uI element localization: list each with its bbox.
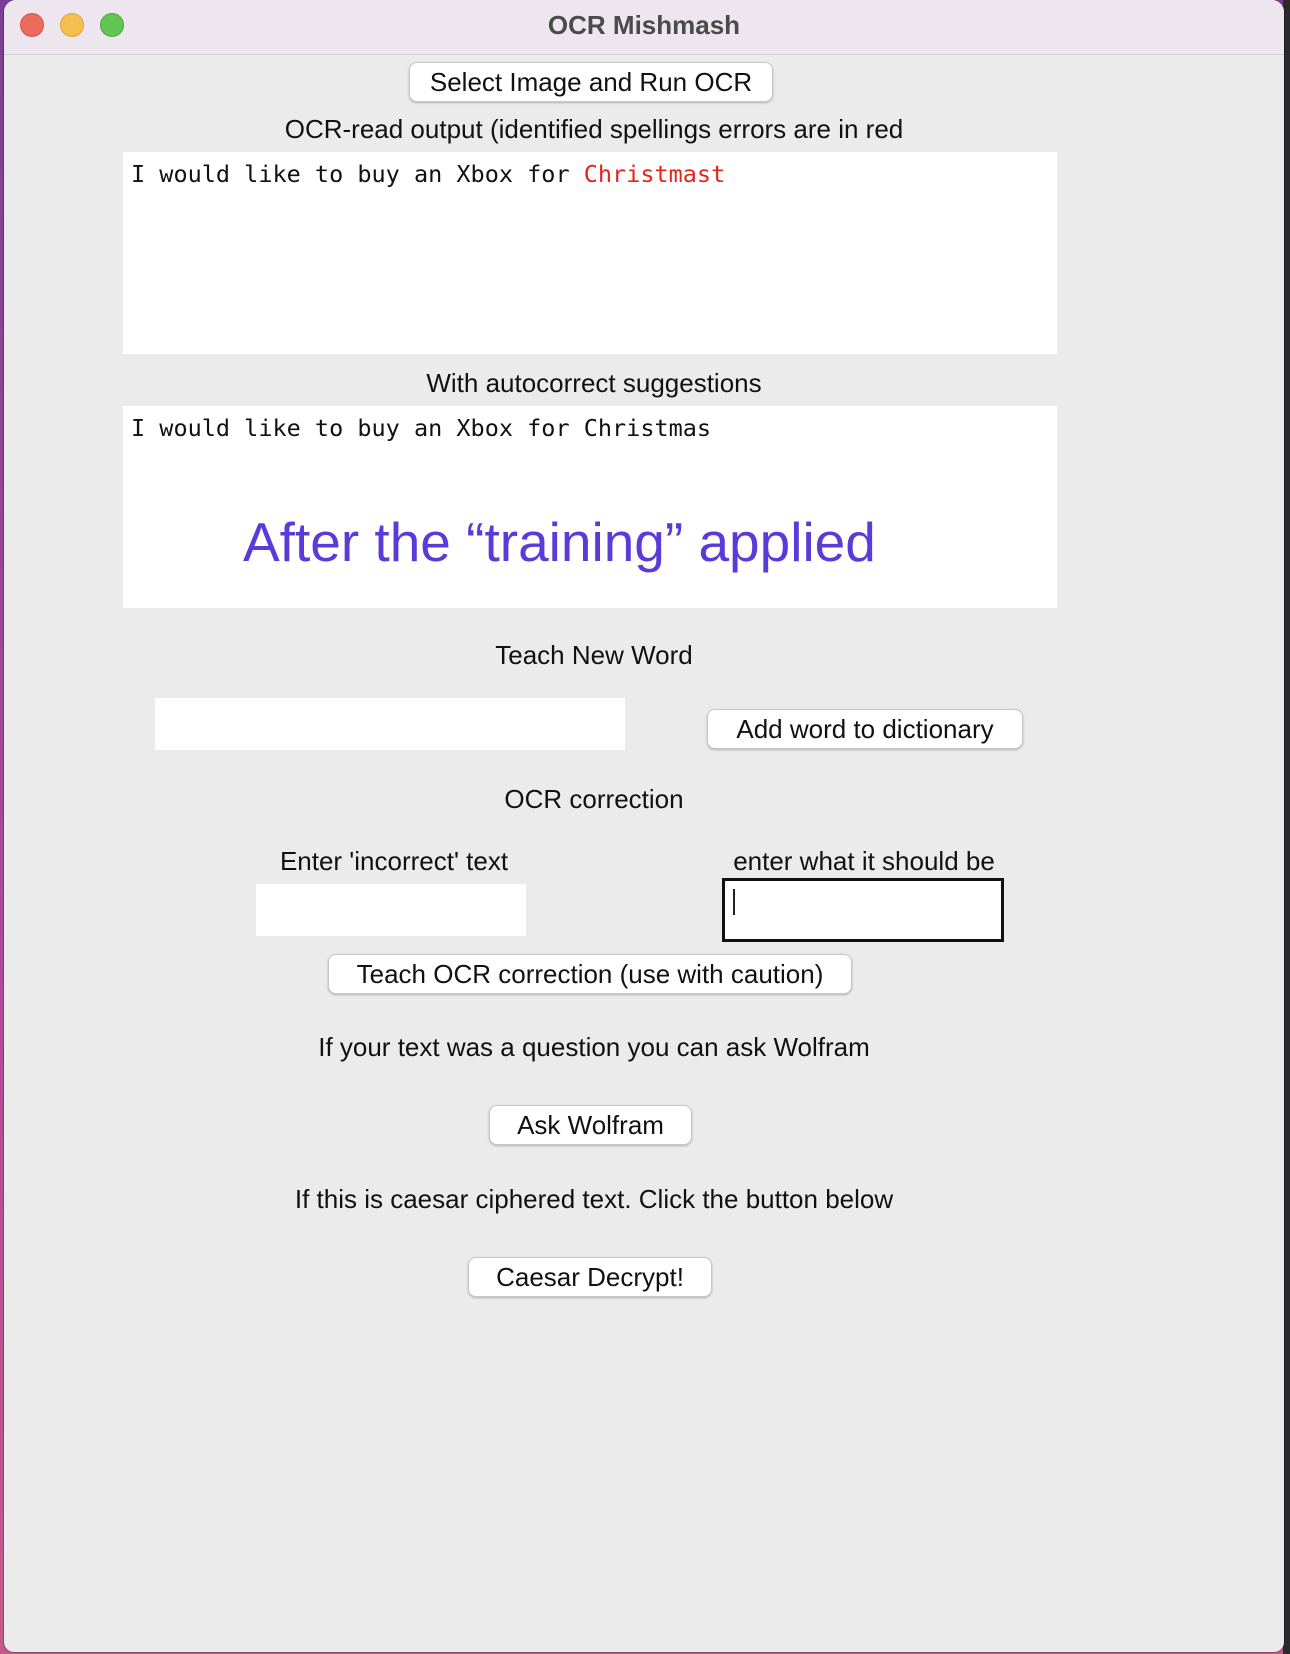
app-window: OCR Mishmash Select Image and Run OCR OC… [4,0,1284,1652]
ocr-output-label: OCR-read output (identified spellings er… [284,114,904,144]
incorrect-text-input[interactable] [256,884,526,936]
select-image-run-ocr-button[interactable]: Select Image and Run OCR [409,62,773,102]
correct-text-input[interactable] [722,878,1004,942]
autocorrect-text: I would like to buy an Xbox for Christma… [131,414,712,442]
teach-ocr-correction-button[interactable]: Teach OCR correction (use with caution) [328,954,852,994]
wolfram-prompt-label: If your text was a question you can ask … [318,1032,870,1062]
training-annotation: After the “training” applied [243,511,876,573]
ocr-output-textbox[interactable]: I would like to buy an Xbox for Christma… [123,152,1057,354]
title-bar[interactable]: OCR Mishmash [4,0,1284,55]
caesar-prompt-label: If this is caesar ciphered text. Click t… [294,1184,894,1214]
desktop-edge [1283,0,1290,1654]
main-content: Select Image and Run OCR OCR-read output… [4,54,1284,1652]
ocr-output-text-plain: I would like to buy an Xbox for [131,160,584,188]
teach-new-word-label: Teach New Word [495,640,693,670]
window-title: OCR Mishmash [547,10,741,40]
autocorrect-textbox[interactable]: I would like to buy an Xbox for Christma… [123,406,1057,608]
text-caret [733,889,735,915]
ocr-output-text: I would like to buy an Xbox for Christma… [131,160,725,188]
ocr-output-misspelled-word: Christmast [583,160,726,188]
ocr-correction-label: OCR correction [504,784,684,814]
caesar-decrypt-button[interactable]: Caesar Decrypt! [468,1257,712,1297]
autocorrect-label: With autocorrect suggestions [426,368,762,398]
add-word-to-dictionary-button[interactable]: Add word to dictionary [707,709,1023,749]
incorrect-text-label: Enter 'incorrect' text [279,846,509,876]
correct-text-label: enter what it should be [733,846,995,876]
ask-wolfram-button[interactable]: Ask Wolfram [489,1105,692,1145]
new-word-input[interactable] [155,698,625,750]
